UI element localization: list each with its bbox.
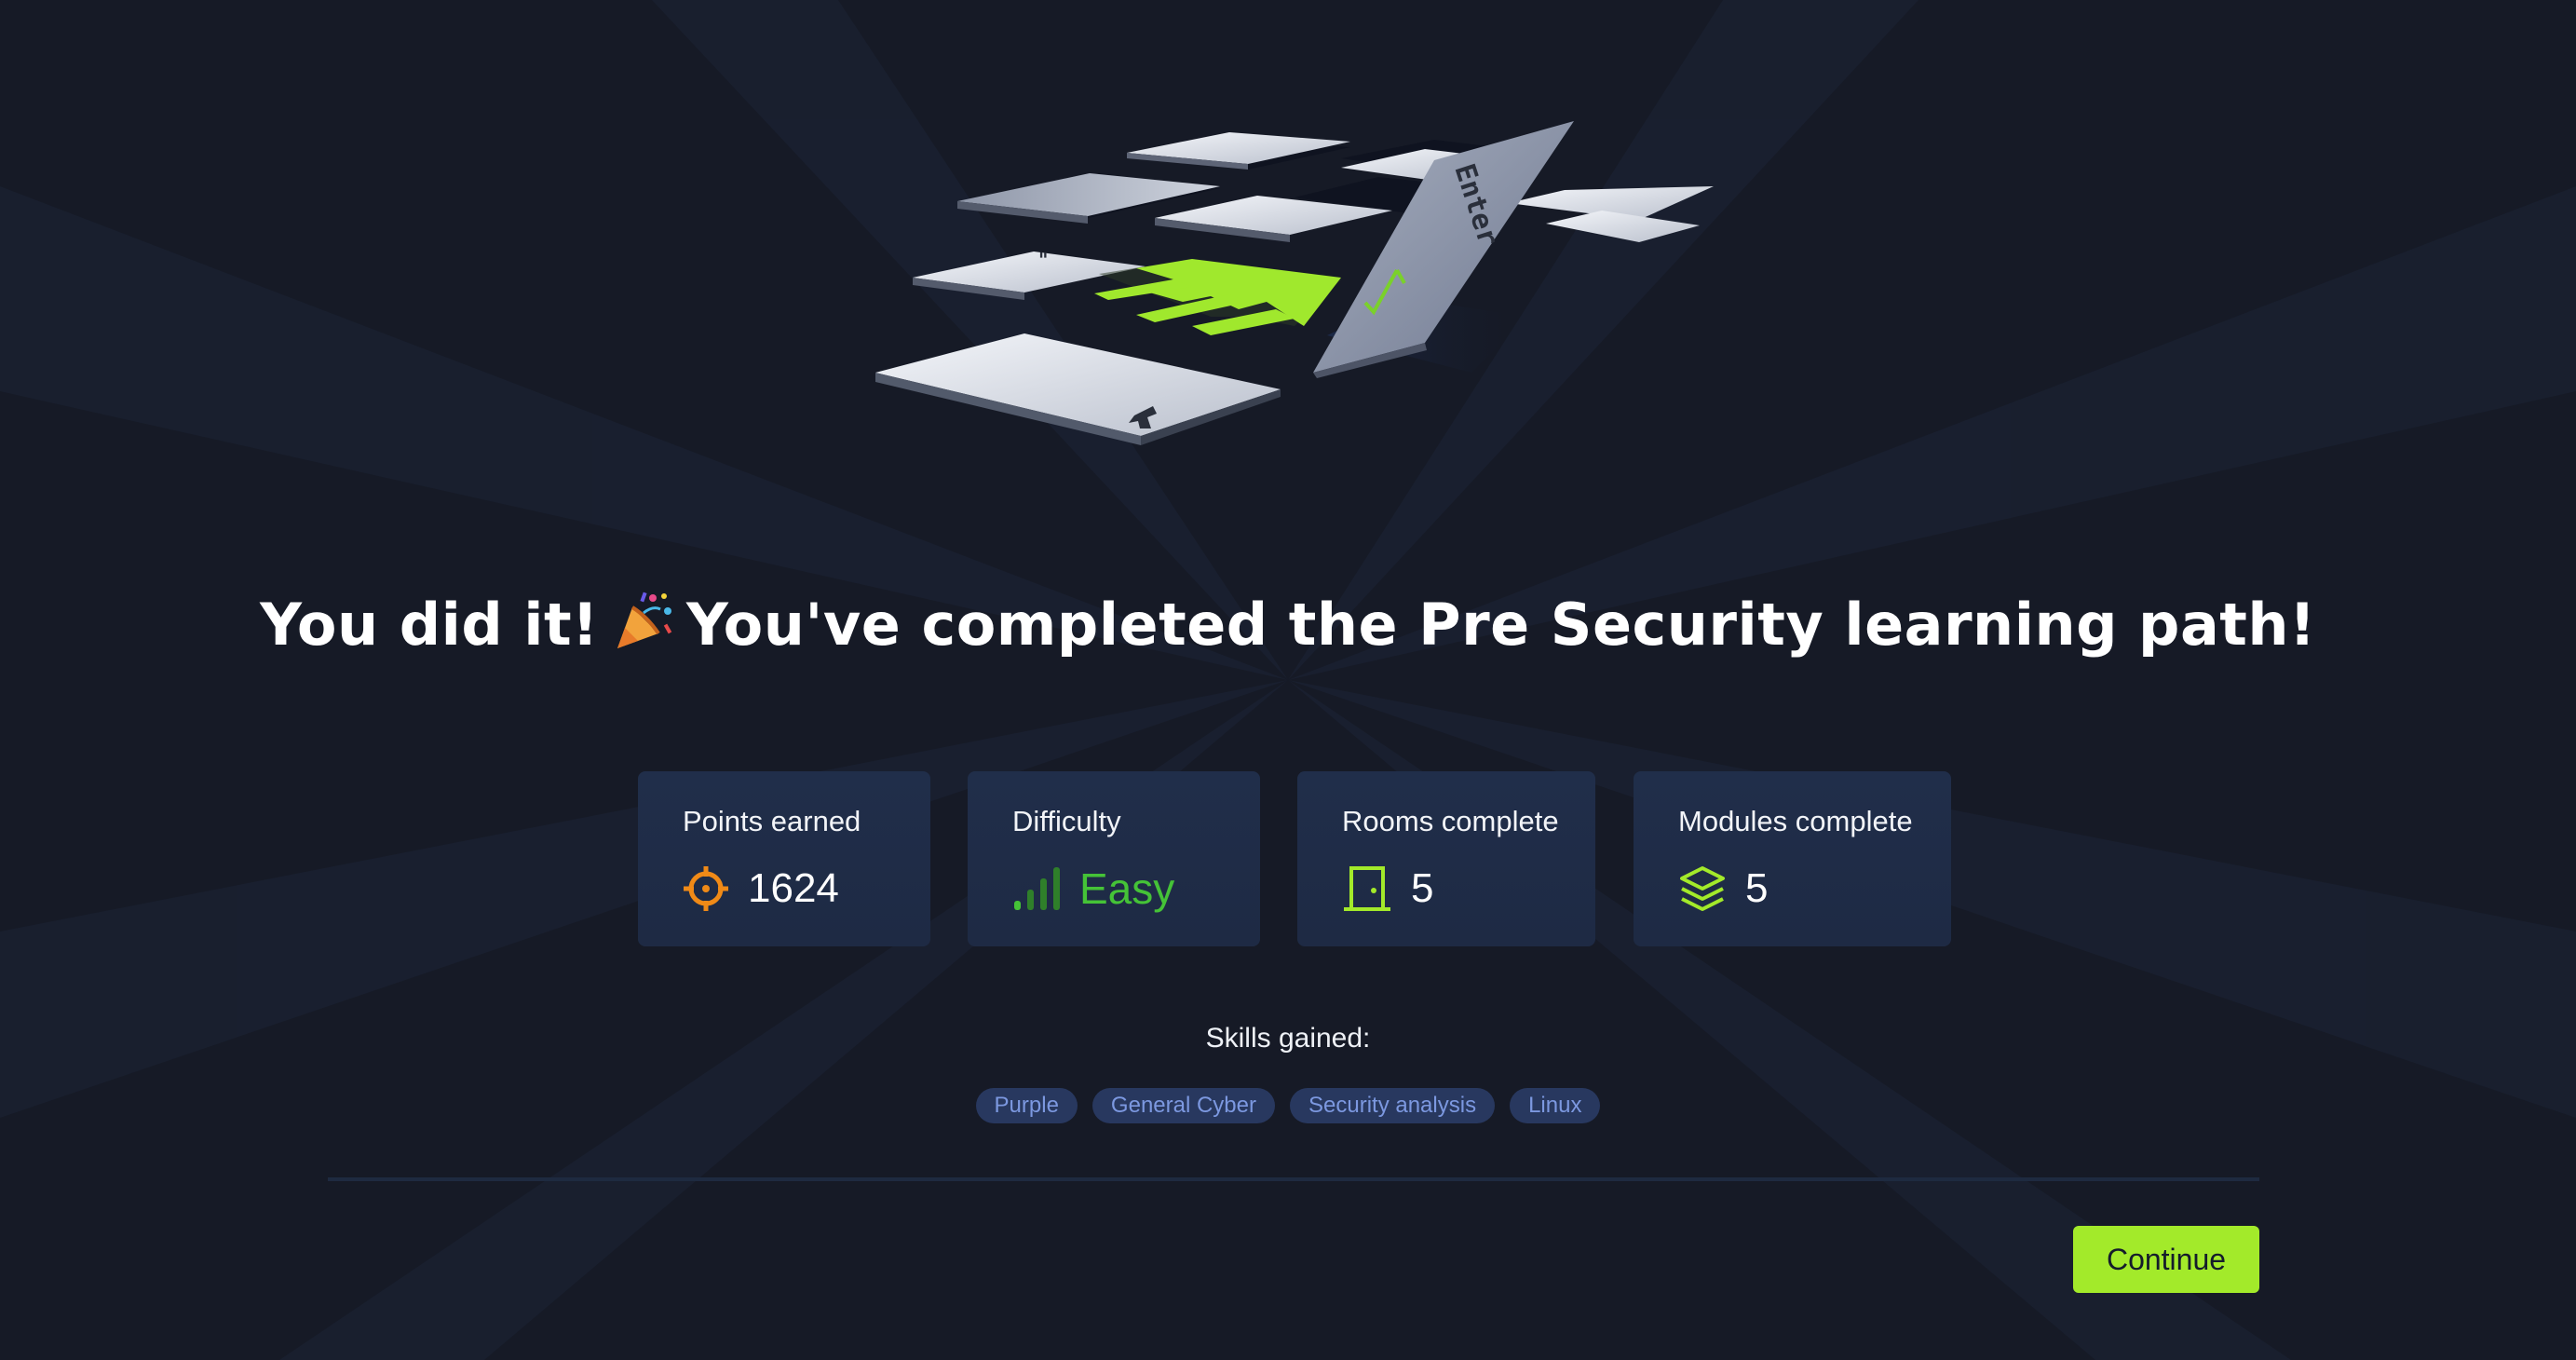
skill-tag: Security analysis <box>1290 1088 1496 1123</box>
divider <box>328 1177 2259 1181</box>
title-text-after: You've completed the Pre Security learni… <box>685 591 2316 659</box>
target-icon <box>684 866 728 911</box>
svg-text:": " <box>1038 249 1048 271</box>
key-front <box>875 333 1281 436</box>
stat-value: 1624 <box>748 865 839 911</box>
layers-icon <box>1680 866 1725 911</box>
stat-value: 5 <box>1411 865 1434 911</box>
skill-tag: Purple <box>975 1088 1078 1123</box>
completion-title: You did it! You've completed the Pre Sec… <box>0 589 2576 659</box>
stat-card-modules: Modules complete 5 <box>1634 771 1951 946</box>
stat-value: Easy <box>1079 864 1175 913</box>
stat-label: Points earned <box>683 805 861 837</box>
skill-tag: Linux <box>1510 1088 1601 1123</box>
skills-title: Skills gained: <box>1205 1023 1371 1054</box>
title-text-before: You did it! <box>260 591 599 659</box>
stat-label: Difficulty <box>1012 805 1121 837</box>
stat-card-difficulty: Difficulty Easy <box>968 771 1260 946</box>
stat-card-rooms: Rooms complete 5 <box>1297 771 1595 946</box>
stat-label: Modules complete <box>1678 805 1913 837</box>
keyboard-illustration: " Enter <box>875 121 1714 445</box>
stat-label: Rooms complete <box>1342 805 1559 837</box>
difficulty-bars-icon <box>1014 867 1060 910</box>
door-icon <box>1344 866 1390 911</box>
party-popper-icon <box>617 592 672 648</box>
skill-tag: General Cyber <box>1091 1088 1275 1123</box>
skill-tags: Purple General Cyber Security analysis L… <box>0 1088 2576 1123</box>
stat-card-points: Points earned 1624 <box>638 771 930 946</box>
continue-button[interactable]: Continue <box>2073 1226 2259 1293</box>
stat-value: 5 <box>1745 865 1769 911</box>
